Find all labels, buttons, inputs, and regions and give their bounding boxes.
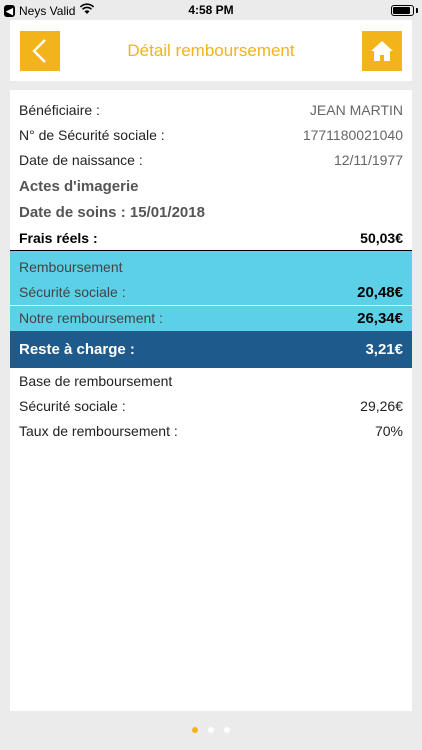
reste-label: Reste à charge : (19, 341, 135, 358)
frais-reels-label: Frais réels : (19, 230, 98, 246)
reste-row: Reste à charge : 3,21€ (10, 331, 412, 368)
taux-value: 70% (374, 423, 403, 439)
back-button[interactable] (20, 31, 60, 71)
detail-card: Bénéficiaire : JEAN MARTIN N° de Sécurit… (10, 90, 412, 711)
reste-a-charge-block: Reste à charge : 3,21€ (10, 331, 412, 368)
naissance-value: 12/11/1977 (333, 152, 403, 168)
base-secu-value: 29,26€ (360, 398, 403, 414)
taux-label: Taux de remboursement : (19, 423, 178, 439)
taux-row: Taux de remboursement : 70% (10, 419, 412, 443)
acte-row: Actes d'imagerie (10, 174, 412, 198)
notre-remb-label: Notre remboursement : (19, 310, 163, 326)
notre-remb-row: Notre remboursement : 26,34€ (10, 306, 412, 330)
beneficiaire-value: JEAN MARTIN (309, 102, 403, 118)
battery-icon (391, 5, 414, 16)
date-soins-label: Date de soins : 15/01/2018 (19, 203, 205, 221)
remboursement-block: Remboursement Sécurité sociale : 20,48€ … (10, 251, 412, 331)
status-bar: ◀ Neys Valid 4:58 PM (0, 0, 422, 20)
naissance-label: Date de naissance : (19, 152, 143, 168)
date-soins-row: Date de soins : 15/01/2018 (10, 200, 412, 224)
page-indicator[interactable] (0, 727, 422, 733)
beneficiaire-row: Bénéficiaire : JEAN MARTIN (10, 98, 412, 122)
page-dot[interactable] (192, 727, 198, 733)
home-icon (371, 41, 393, 61)
base-secu-label: Sécurité sociale : (19, 398, 126, 414)
chevron-left-icon (32, 39, 46, 63)
battery-tip (416, 8, 418, 13)
status-time: 4:58 PM (188, 3, 234, 17)
remboursement-title-row: Remboursement (10, 255, 412, 279)
frais-reels-value: 50,03€ (360, 230, 403, 246)
battery-level (393, 7, 411, 14)
notre-remb-value: 26,34€ (357, 309, 403, 327)
secu-number-label: N° de Sécurité sociale : (19, 127, 165, 143)
remb-secu-row: Sécurité sociale : 20,48€ (10, 280, 412, 304)
beneficiaire-label: Bénéficiaire : (19, 102, 100, 118)
base-title: Base de remboursement (19, 373, 173, 389)
naissance-row: Date de naissance : 12/11/1977 (10, 148, 412, 172)
remboursement-title: Remboursement (19, 259, 123, 275)
page-dot[interactable] (208, 727, 214, 733)
remb-secu-value: 20,48€ (357, 283, 403, 301)
remb-secu-label: Sécurité sociale : (19, 284, 126, 300)
secu-number-row: N° de Sécurité sociale : 1771180021040 (10, 123, 412, 147)
secu-number-value: 1771180021040 (302, 127, 403, 143)
reste-value: 3,21€ (365, 341, 403, 358)
home-button[interactable] (362, 31, 402, 71)
base-title-row: Base de remboursement (10, 369, 412, 393)
header-bar: Détail remboursement (10, 20, 412, 81)
base-secu-row: Sécurité sociale : 29,26€ (10, 394, 412, 418)
page-title: Détail remboursement (127, 41, 295, 60)
page-dot[interactable] (224, 727, 230, 733)
acte-label: Actes d'imagerie (19, 177, 139, 195)
frais-reels-row: Frais réels : 50,03€ (10, 226, 412, 250)
